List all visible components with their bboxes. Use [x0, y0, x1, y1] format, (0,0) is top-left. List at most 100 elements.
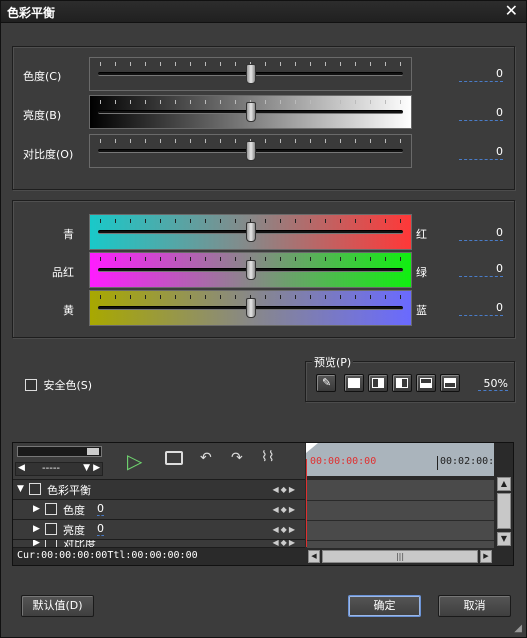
scroll-down-icon[interactable]: ▼ — [497, 532, 511, 546]
tick-mark — [280, 139, 281, 143]
cyan-red-slider[interactable] — [89, 214, 412, 250]
tick-mark — [385, 257, 386, 261]
expand-icon[interactable]: ▶ — [33, 540, 40, 547]
timeline-ruler[interactable]: 00:00:00:00 00:02:00: — [306, 443, 494, 476]
contrast-slider[interactable] — [89, 134, 412, 168]
timeline-zoom-thumb[interactable] — [87, 448, 99, 455]
track-checkbox[interactable] — [45, 540, 57, 547]
magenta-green-value[interactable]: 0 — [459, 262, 503, 277]
tick-mark — [100, 100, 101, 104]
horizontal-scroll-thumb[interactable]: ||| — [322, 550, 478, 563]
expand-icon[interactable]: ▶ — [33, 504, 40, 514]
timeline-zoom-slider[interactable] — [17, 446, 102, 457]
safe-color-box[interactable] — [25, 379, 37, 391]
cyan-red-slider-thumb[interactable] — [245, 222, 256, 242]
preview-split-right-button[interactable] — [368, 374, 388, 392]
redo-icon[interactable]: ↷ — [231, 450, 243, 466]
resize-grip-icon[interactable]: ◢ — [514, 623, 522, 634]
contrast-slider-thumb[interactable] — [245, 141, 256, 161]
tick-mark — [145, 139, 146, 143]
tick-mark — [340, 257, 341, 261]
default-button[interactable]: 默认值(D) — [21, 595, 94, 617]
undo-icon[interactable]: ↶ — [200, 450, 212, 466]
yellow-blue-value[interactable]: 0 — [459, 301, 503, 316]
track-checkbox[interactable] — [29, 483, 41, 495]
track-row-hue[interactable]: ▶ 色度 0 ◀◆▶ — [13, 500, 305, 520]
yellow-blue-slider-thumb[interactable] — [245, 298, 256, 318]
scroll-right-icon[interactable]: ▶ — [480, 550, 492, 563]
yellow-blue-slider[interactable] — [89, 290, 412, 326]
contrast-value[interactable]: 0 — [459, 145, 503, 160]
brightness-slider-thumb[interactable] — [245, 102, 256, 122]
hue-value[interactable]: 0 — [459, 67, 503, 82]
tick-mark — [400, 219, 401, 223]
keyframe-nav-icon[interactable]: ◀◆▶ — [273, 525, 297, 534]
tick-mark — [340, 62, 341, 66]
tick-mark — [100, 219, 101, 223]
tick-mark — [175, 139, 176, 143]
tick-mark — [385, 139, 386, 143]
vertical-scroll-thumb[interactable] — [497, 493, 511, 529]
tick-mark — [115, 62, 116, 66]
timeline-dropdown[interactable]: ◀ ----- ▼ ▶ — [15, 462, 103, 476]
play-icon[interactable]: ▷ — [127, 449, 142, 473]
track-row-contrast[interactable]: ▶ 对比度 ◀◆▶ — [13, 540, 305, 548]
cyan-red-value[interactable]: 0 — [459, 226, 503, 241]
ok-button[interactable]: 确定 — [348, 595, 421, 617]
collapse-icon[interactable]: ▼ — [17, 484, 24, 494]
tick-mark — [280, 100, 281, 104]
comment-icon[interactable] — [165, 451, 183, 465]
preview-split-left-button[interactable] — [392, 374, 412, 392]
hue-slider-thumb[interactable] — [245, 64, 256, 84]
graph-icon[interactable]: ⌇⌇ — [261, 449, 275, 465]
expand-icon[interactable]: ▶ — [33, 524, 40, 534]
title-bar[interactable]: 色彩平衡 ✕ — [1, 1, 526, 23]
track-row-color-balance[interactable]: ▼ 色彩平衡 ◀◆▶ — [13, 480, 305, 500]
tick-mark — [310, 62, 311, 66]
vertical-scrollbar[interactable]: ▲ ▼ — [496, 476, 512, 548]
brightness-value[interactable]: 0 — [459, 106, 503, 121]
hue-slider[interactable] — [89, 57, 412, 91]
keyframe-nav-icon[interactable]: ◀◆▶ — [273, 540, 297, 547]
preview-split-bottom-button[interactable] — [416, 374, 436, 392]
keyframe-nav-icon[interactable]: ◀◆▶ — [273, 485, 297, 494]
cyan-label: 青 — [63, 228, 74, 241]
dropdown-left-icon: ◀ — [18, 463, 25, 473]
basic-adjust-panel: 色度(C) 0 亮度(B) 0 对比度(O) 0 — [12, 46, 515, 190]
eraser-button[interactable]: ✎ — [316, 374, 336, 392]
cancel-button[interactable]: 取消 — [438, 595, 511, 617]
track-checkbox[interactable] — [45, 503, 57, 515]
track-checkbox[interactable] — [45, 523, 57, 535]
preview-split-top-icon — [444, 378, 456, 388]
track-name: 亮度 — [63, 524, 85, 537]
tick-mark — [400, 139, 401, 143]
tick-mark — [265, 100, 266, 104]
scroll-left-icon[interactable]: ◀ — [308, 550, 320, 563]
tick-mark — [355, 62, 356, 66]
magenta-green-slider[interactable] — [89, 252, 412, 288]
tick-mark — [385, 100, 386, 104]
track-value[interactable]: 0 — [97, 502, 104, 516]
tick-mark — [100, 257, 101, 261]
safe-color-checkbox[interactable]: 安全色(S) — [25, 377, 92, 393]
zoom-value[interactable]: 50% — [478, 377, 508, 391]
color-balance-dialog: 色彩平衡 ✕ 色度(C) 0 亮度(B) 0 对比度(O) 0 青 红 0 品红… — [0, 0, 527, 638]
close-icon[interactable]: ✕ — [505, 2, 518, 20]
preview-split-top-button[interactable] — [440, 374, 460, 392]
track-row-brightness[interactable]: ▶ 亮度 0 ◀◆▶ — [13, 520, 305, 540]
playhead-marker[interactable] — [306, 443, 318, 453]
cur-time: Cur:00:00:00:00 — [17, 550, 108, 561]
brightness-slider[interactable] — [89, 95, 412, 129]
horizontal-scrollbar[interactable]: ◀ ||| ▶ — [307, 549, 495, 564]
track-value[interactable]: 0 — [97, 522, 104, 536]
magenta-green-slider-thumb[interactable] — [245, 260, 256, 280]
tick-mark — [220, 257, 221, 261]
scroll-up-icon[interactable]: ▲ — [497, 477, 511, 491]
tick-mark — [160, 139, 161, 143]
keyframe-nav-icon[interactable]: ◀◆▶ — [273, 505, 297, 514]
keyframe-lanes[interactable] — [307, 480, 494, 548]
preview-full-button[interactable] — [344, 374, 364, 392]
tick-mark — [115, 257, 116, 261]
tick-mark — [370, 295, 371, 299]
tick-mark — [205, 62, 206, 66]
